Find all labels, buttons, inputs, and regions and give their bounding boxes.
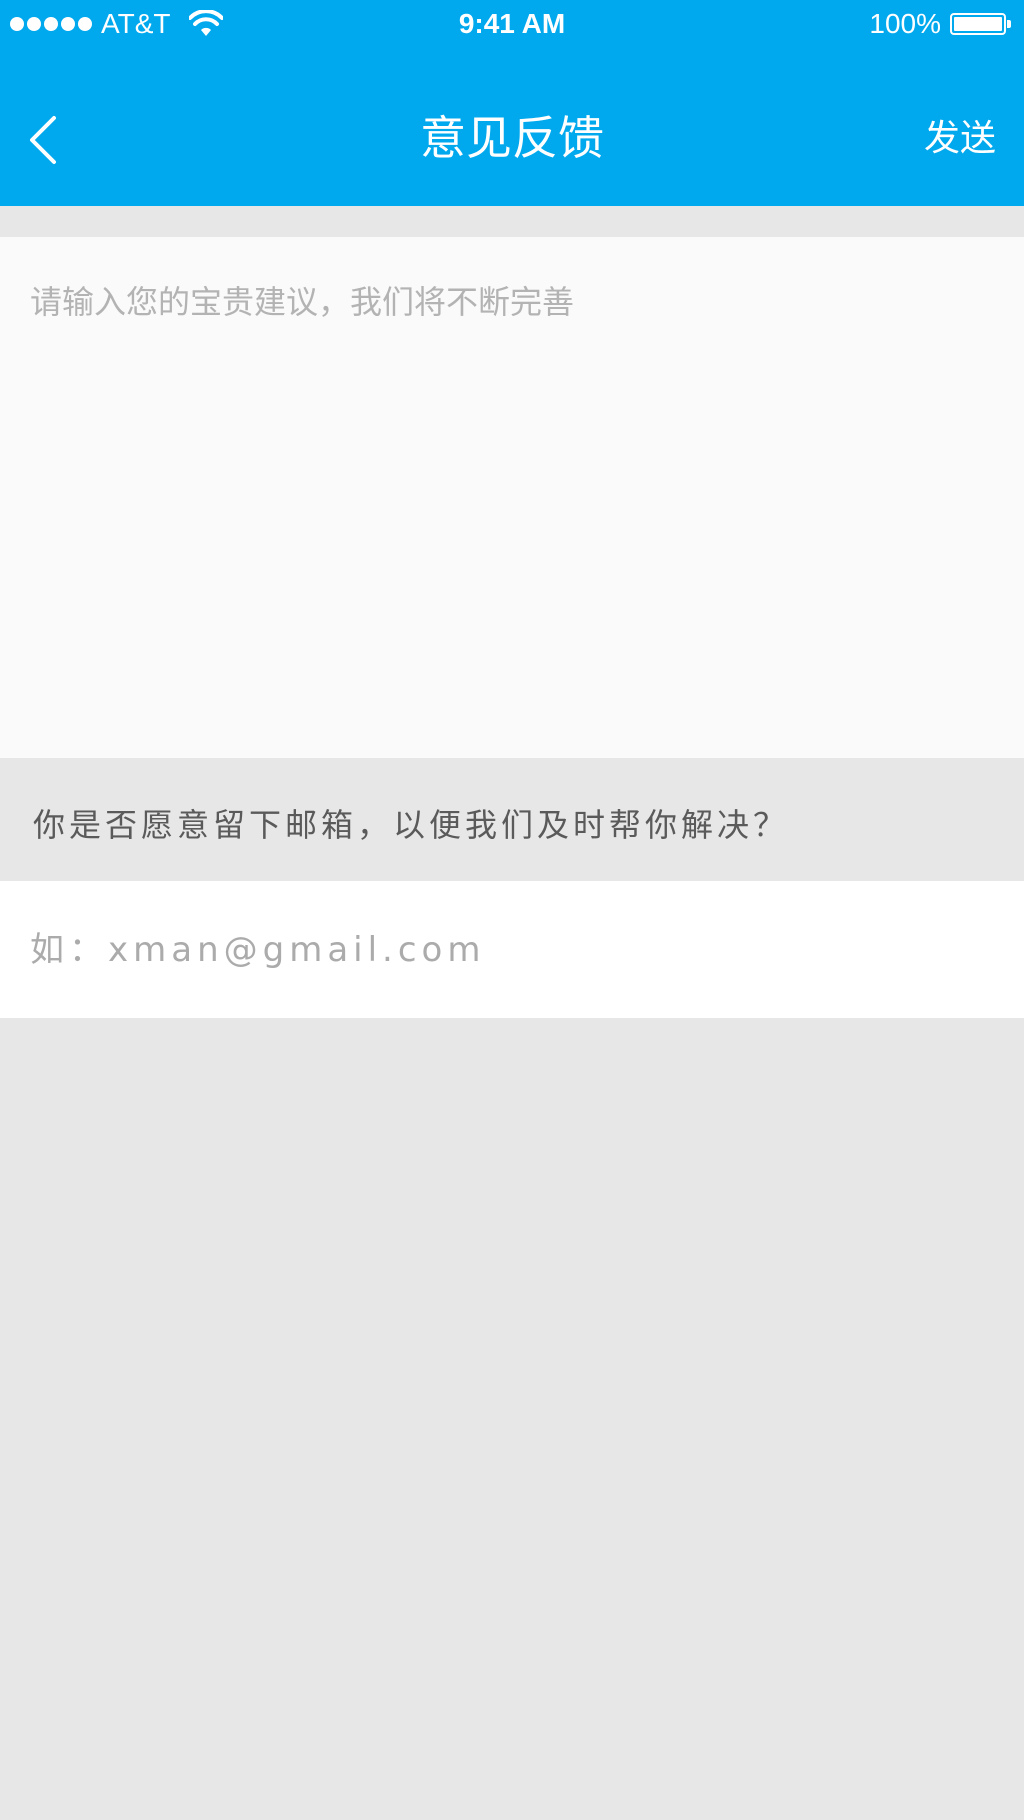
- battery-percent: 100%: [869, 8, 941, 39]
- email-row: [0, 881, 1024, 1018]
- send-button[interactable]: 发送: [924, 114, 996, 164]
- email-input[interactable]: [0, 881, 1024, 1018]
- feedback-input[interactable]: [0, 237, 1024, 758]
- page-title: 意见反馈: [420, 111, 604, 165]
- email-prompt-label: 你是否愿意留下邮箱，以便我们及时帮你解决？: [33, 806, 790, 844]
- feedback-box: [0, 237, 1024, 758]
- top-bar: AT&T 9:41 AM 100% 意见反馈 发送: [0, 0, 1024, 206]
- battery-icon: [950, 13, 1011, 35]
- feedback-screen: AT&T 9:41 AM 100% 意见反馈 发送 你是否愿意留下邮箱，以便我们…: [0, 0, 1024, 1820]
- status-bar: AT&T 9:41 AM 100%: [0, 0, 1024, 50]
